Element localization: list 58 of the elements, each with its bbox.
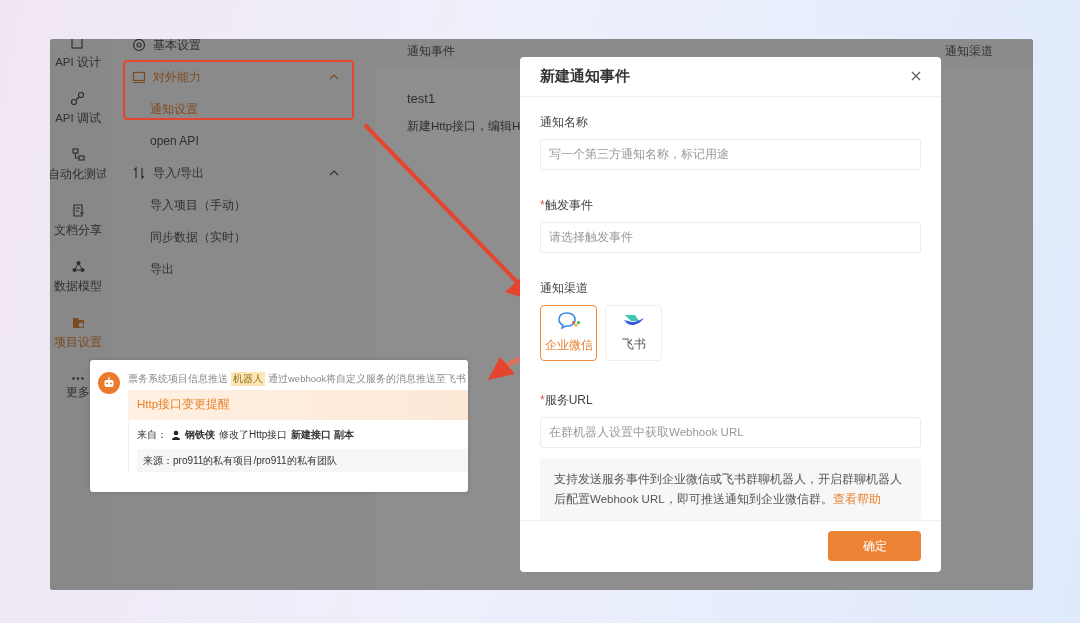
rail-item[interactable]: 数据模型: [54, 249, 102, 305]
column-header: 通知事件: [407, 43, 455, 60]
menu-group[interactable]: 导入/导出: [106, 157, 375, 189]
field-label: 通知渠道: [540, 279, 588, 297]
action-text: 修改了Http接口: [219, 428, 288, 443]
channel-option[interactable]: 飞书: [605, 304, 662, 361]
rail-item[interactable]: 文档分享: [54, 193, 102, 249]
field-label: 触发事件: [544, 196, 593, 214]
nodes-icon: [70, 258, 86, 274]
event-name: test1: [407, 90, 437, 108]
field-label: 服务URL: [544, 391, 593, 409]
input-field[interactable]: 写一个第三方通知名称，标记用途: [540, 138, 921, 170]
chat-bubble-icon: [556, 310, 581, 331]
chevron-up-icon: [329, 74, 339, 80]
message-title: Http接口变更提醒: [129, 390, 468, 421]
input-field[interactable]: 请选择触发事件: [540, 221, 921, 253]
help-link[interactable]: 查看帮助: [832, 492, 881, 505]
user-name: 钢铁侠: [185, 428, 215, 443]
menu-group[interactable]: 基本设置: [106, 39, 375, 61]
dialog-title: 新建通知事件: [540, 66, 630, 87]
menu-group[interactable]: 对外能力: [106, 61, 375, 93]
rail-item[interactable]: API 设计: [55, 39, 101, 81]
edit-icon: [70, 39, 86, 50]
sort-icon: [132, 166, 146, 180]
menu-item[interactable]: 通知设置: [106, 93, 375, 125]
close-icon: [911, 71, 921, 82]
person-icon: [171, 429, 181, 440]
from-label: 来自：: [137, 428, 167, 443]
menu-item[interactable]: 同步数据（实时）: [106, 221, 375, 253]
column-header: 通知渠道: [945, 43, 993, 60]
menu-item[interactable]: 导入项目（手动）: [106, 189, 375, 221]
target-name: 新建接口 副本: [291, 428, 355, 443]
field-label: 通知名称: [540, 113, 588, 131]
close-button[interactable]: [911, 71, 921, 82]
help-text: 支持发送服务事件到企业微信或飞书群聊机器人，开启群聊机器人后配置Webhook URL，即可推送通知到企业微信群。查看帮助: [540, 457, 921, 520]
rail-item[interactable]: API 调试: [55, 81, 101, 137]
robot-avatar-icon: [98, 372, 120, 394]
sender-name: 票务系统项目信息推送: [128, 372, 228, 386]
confirm-button[interactable]: 确定: [828, 531, 921, 562]
message-description: 通过webhook将自定义服务的消息推送至飞书: [268, 372, 467, 386]
menu-item[interactable]: 导出: [106, 253, 375, 285]
rail-item[interactable]: 项目设置: [54, 305, 102, 361]
settings-icon: [132, 39, 146, 52]
monitor-icon: [132, 70, 146, 84]
link-icon: [70, 90, 86, 106]
chevron-up-icon: [329, 170, 339, 176]
channel-option[interactable]: 企业微信: [540, 304, 597, 361]
rail-item[interactable]: 更多: [66, 361, 90, 417]
flow-icon: [70, 146, 86, 162]
menu-item[interactable]: open API: [106, 125, 375, 157]
robot-tag: 机器人: [231, 372, 265, 387]
required-marker: *: [540, 391, 545, 409]
event-description: 新建Http接口，编辑H: [407, 119, 521, 132]
document-icon: [70, 202, 86, 218]
source-text: 来源：pro911的私有项目/pro911的私有团队: [137, 449, 468, 473]
required-marker: *: [540, 196, 545, 214]
input-field[interactable]: 在群机器人设置中获取Webhook URL: [540, 416, 921, 448]
more-icon: [72, 376, 84, 380]
